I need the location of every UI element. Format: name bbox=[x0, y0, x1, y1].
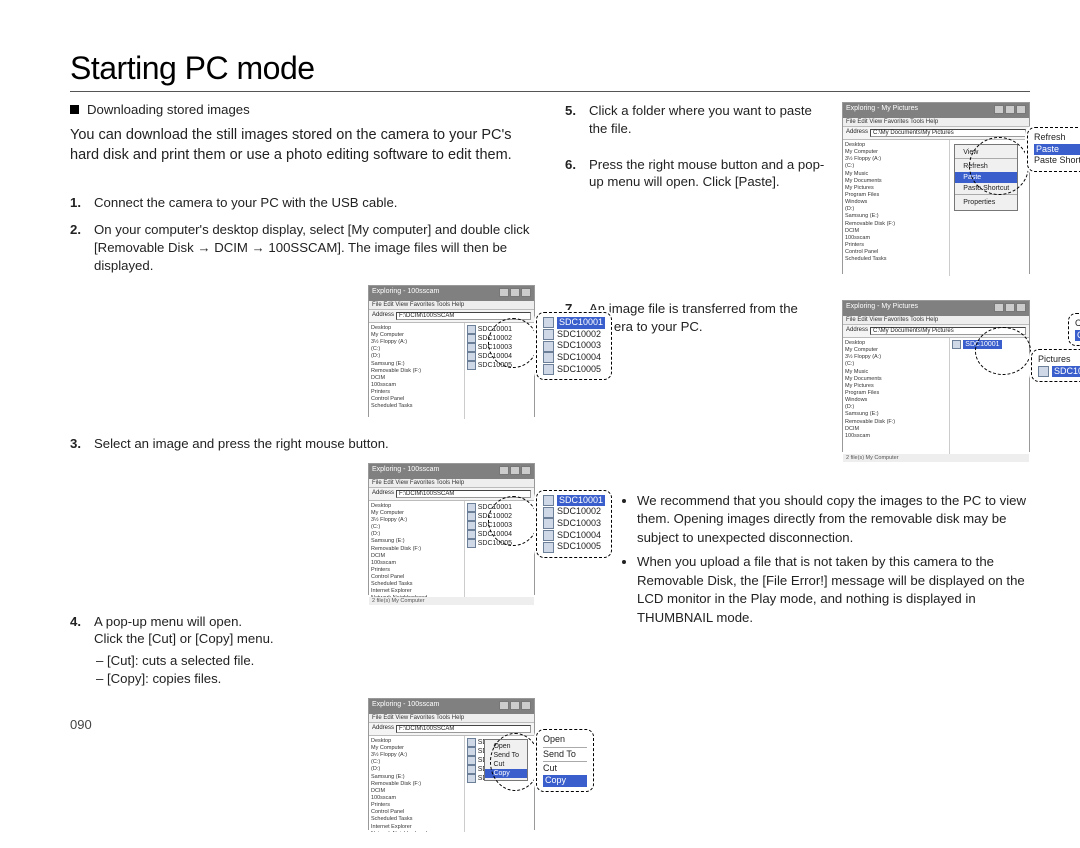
win-title: Exploring - 100sscam bbox=[372, 288, 439, 299]
note-1: We recommend that you should copy the im… bbox=[637, 492, 1030, 547]
step-number: 3. bbox=[70, 435, 84, 453]
context-menu: Open Send To Cut Copy bbox=[484, 739, 528, 781]
cut-desc: – [Cut]: cuts a selected file. bbox=[108, 652, 535, 670]
win-menubar: File Edit View Favorites Tools Help bbox=[369, 301, 534, 310]
step-7: An image file is transferred from the ca… bbox=[589, 300, 830, 336]
max-icon bbox=[510, 288, 520, 297]
step-number: 6. bbox=[565, 156, 579, 192]
note-box: We recommend that you should copy the im… bbox=[565, 492, 1030, 633]
screenshot-step7: Exploring - My Pictures File Edit View F… bbox=[842, 300, 1030, 452]
zoom-context: Cut Copy bbox=[1068, 313, 1080, 346]
step-number: 5. bbox=[565, 102, 579, 138]
zoom-file: Pictures SDC10001 bbox=[1031, 349, 1080, 382]
intro-text: You can download the still images stored… bbox=[70, 125, 535, 166]
left-column: Downloading stored images You can downlo… bbox=[70, 102, 535, 848]
note-2: When you upload a file that is not taken… bbox=[637, 553, 1030, 627]
folder-tree: Desktop My Computer 3½ Floppy (A:) (C:) … bbox=[369, 323, 465, 419]
context-menu: View Refresh Paste Paste Shortcut Proper… bbox=[954, 144, 1018, 211]
zoom-context: Open Send To Cut Copy bbox=[536, 729, 594, 792]
screenshot-step2: Exploring - 100sscam File Edit View Favo… bbox=[368, 285, 535, 417]
close-icon bbox=[521, 288, 531, 297]
step-2: On your computer's desktop display, sele… bbox=[94, 221, 535, 274]
title-rule bbox=[70, 91, 1030, 92]
step-number: 1. bbox=[70, 194, 84, 212]
subhead: Downloading stored images bbox=[87, 102, 250, 117]
page-title: Starting PC mode bbox=[70, 50, 1040, 87]
addr-label: Address bbox=[372, 312, 394, 320]
step-3: Select an image and press the right mous… bbox=[94, 435, 535, 453]
zoom-filelist: SDC10001 SDC10002 SDC10003 SDC10004 SDC1… bbox=[536, 312, 612, 380]
page-number: 090 bbox=[70, 717, 92, 732]
min-icon bbox=[499, 288, 509, 297]
copy-desc: – [Copy]: copies files. bbox=[108, 670, 535, 688]
bullet-square-icon bbox=[70, 105, 79, 114]
zoom-filelist: SDC10001 SDC10002 SDC10003 SDC10004 SDC1… bbox=[536, 490, 612, 558]
addr-value: F:\DCIM\100SSCAM bbox=[396, 312, 531, 320]
screenshot-step3: Exploring - 100sscam File Edit View Favo… bbox=[368, 463, 535, 595]
step-4: A pop-up menu will open. Click the [Cut]… bbox=[94, 613, 535, 688]
step-1: Connect the camera to your PC with the U… bbox=[94, 194, 535, 212]
right-column: 5. Click a folder where you want to past… bbox=[565, 102, 1030, 848]
screenshot-step6: Exploring - My Pictures File Edit View F… bbox=[842, 102, 1030, 274]
screenshot-step4: Exploring - 100sscam File Edit View Favo… bbox=[368, 698, 535, 830]
step-6: Press the right mouse button and a pop-u… bbox=[589, 156, 830, 192]
zoom-context: Refresh Paste Paste Shortcut bbox=[1027, 127, 1080, 172]
step-5: Click a folder where you want to paste t… bbox=[589, 102, 830, 138]
file-pane: SDC10001 SDC10002 SDC10003 SDC10004 SDC1… bbox=[465, 323, 534, 419]
step-number: 4. bbox=[70, 613, 84, 688]
step-number: 2. bbox=[70, 221, 84, 274]
